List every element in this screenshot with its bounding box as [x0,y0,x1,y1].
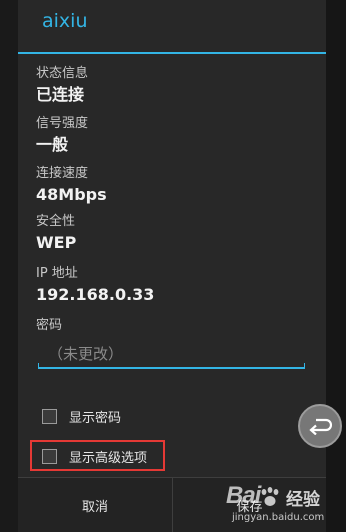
signal-strength-label: 信号强度 [36,116,89,131]
status-value: 已连接 [36,85,85,104]
show-advanced-checkbox-box[interactable] [42,448,57,464]
title-divider [18,52,326,54]
backdrop-right [326,0,346,532]
dialog-header: aixiu [18,0,326,54]
link-speed-field: 连接速度 48Mbps [36,166,107,205]
password-label: 密码 [36,318,63,333]
watermark-url: jingyan.baidu.com [232,512,325,523]
security-label: 安全性 [36,214,76,229]
watermark-logo-text: Bai [226,482,261,509]
status-label: 状态信息 [36,66,89,81]
show-password-label: 显示密码 [69,410,122,426]
status-field: 状态信息 已连接 [36,66,88,105]
watermark-title: 经验 [286,490,320,510]
ip-address-field: IP 地址 192.168.0.33 [36,266,154,305]
password-input[interactable]: （未更改） [38,343,305,369]
password-field: 密码 [36,318,62,334]
back-arrow-icon [308,417,332,435]
show-password-checkbox[interactable]: 显示密码 [42,406,121,426]
show-advanced-checkbox[interactable]: 显示高级选项 [42,446,147,466]
show-advanced-label: 显示高级选项 [69,450,148,466]
ip-address-value: 192.168.0.33 [36,285,155,304]
floating-back-button[interactable] [298,404,342,448]
link-speed-label: 连接速度 [36,166,89,181]
ip-address-label: IP 地址 [36,266,78,281]
security-value: WEP [36,233,77,252]
signal-strength-value: 一般 [36,135,69,154]
security-field: 安全性 WEP [36,214,76,253]
baidu-jingyan-watermark: Bai 经验 jingyan.baidu.com [226,482,344,528]
wifi-details-dialog: aixiu 状态信息 已连接 信号强度 一般 连接速度 48Mbps 安全性 W… [18,0,326,532]
signal-strength-field: 信号强度 一般 [36,116,88,155]
cancel-button[interactable]: 取消 [18,478,172,532]
backdrop-left [0,0,18,532]
paw-icon [259,486,281,508]
show-password-checkbox-box[interactable] [42,408,57,424]
link-speed-value: 48Mbps [36,185,107,204]
password-placeholder: （未更改） [48,345,124,363]
dialog-title: aixiu [42,10,88,32]
